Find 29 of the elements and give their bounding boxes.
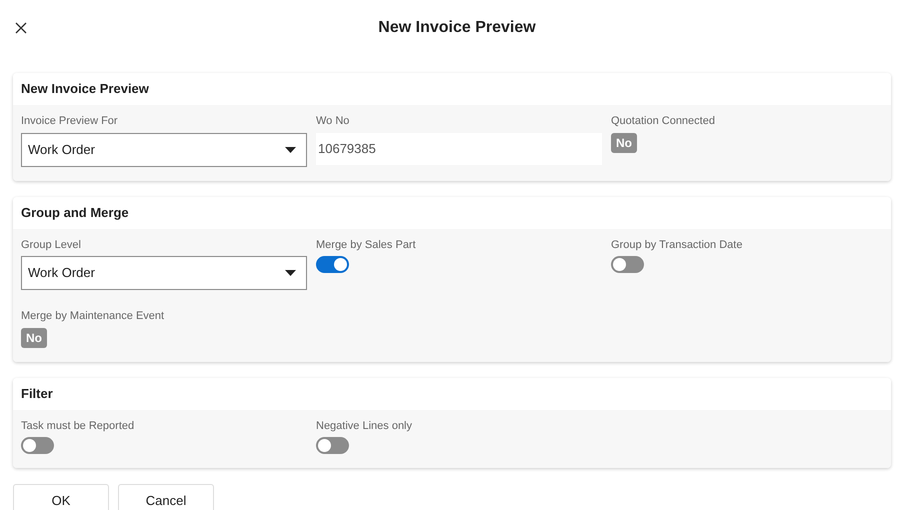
section-title: Filter (21, 384, 53, 403)
dropdown-value: Work Order (28, 264, 95, 282)
field-label: Task must be Reported (21, 418, 136, 434)
status-badge: No (21, 328, 47, 348)
toggle-switch[interactable] (316, 256, 349, 273)
dropdown-field[interactable]: Work Order (21, 256, 307, 290)
dropdown-field[interactable]: Work Order (21, 132, 307, 166)
caret-icon (285, 270, 296, 276)
caret-icon (285, 146, 296, 152)
field-label: Negative Lines only (316, 418, 414, 434)
field-label: Merge by Sales Part (316, 238, 417, 252)
dialog-button[interactable]: Cancel (118, 484, 214, 510)
field-label: Quotation Connected (611, 114, 716, 129)
field-label: Merge by Maintenance Event (21, 309, 166, 324)
toggle-switch[interactable] (316, 437, 349, 454)
field-label: Group Level (21, 238, 82, 252)
dialog-title: New Invoice Preview (378, 18, 536, 38)
close-icon[interactable] (15, 22, 27, 34)
toggle-switch[interactable] (21, 437, 54, 454)
field-label: Invoice Preview For (21, 114, 119, 129)
input-field[interactable]: 10679385 (316, 132, 602, 164)
dropdown-value: Work Order (28, 140, 95, 159)
field-label: Group by Transaction Date (611, 238, 744, 252)
section-title: New Invoice Preview (21, 80, 149, 98)
toggle-switch[interactable] (611, 256, 644, 273)
field-label: Wo No (316, 114, 350, 129)
dialog-button[interactable]: OK (13, 484, 109, 510)
status-badge: No (611, 132, 637, 152)
section-title: Group and Merge (21, 204, 129, 222)
